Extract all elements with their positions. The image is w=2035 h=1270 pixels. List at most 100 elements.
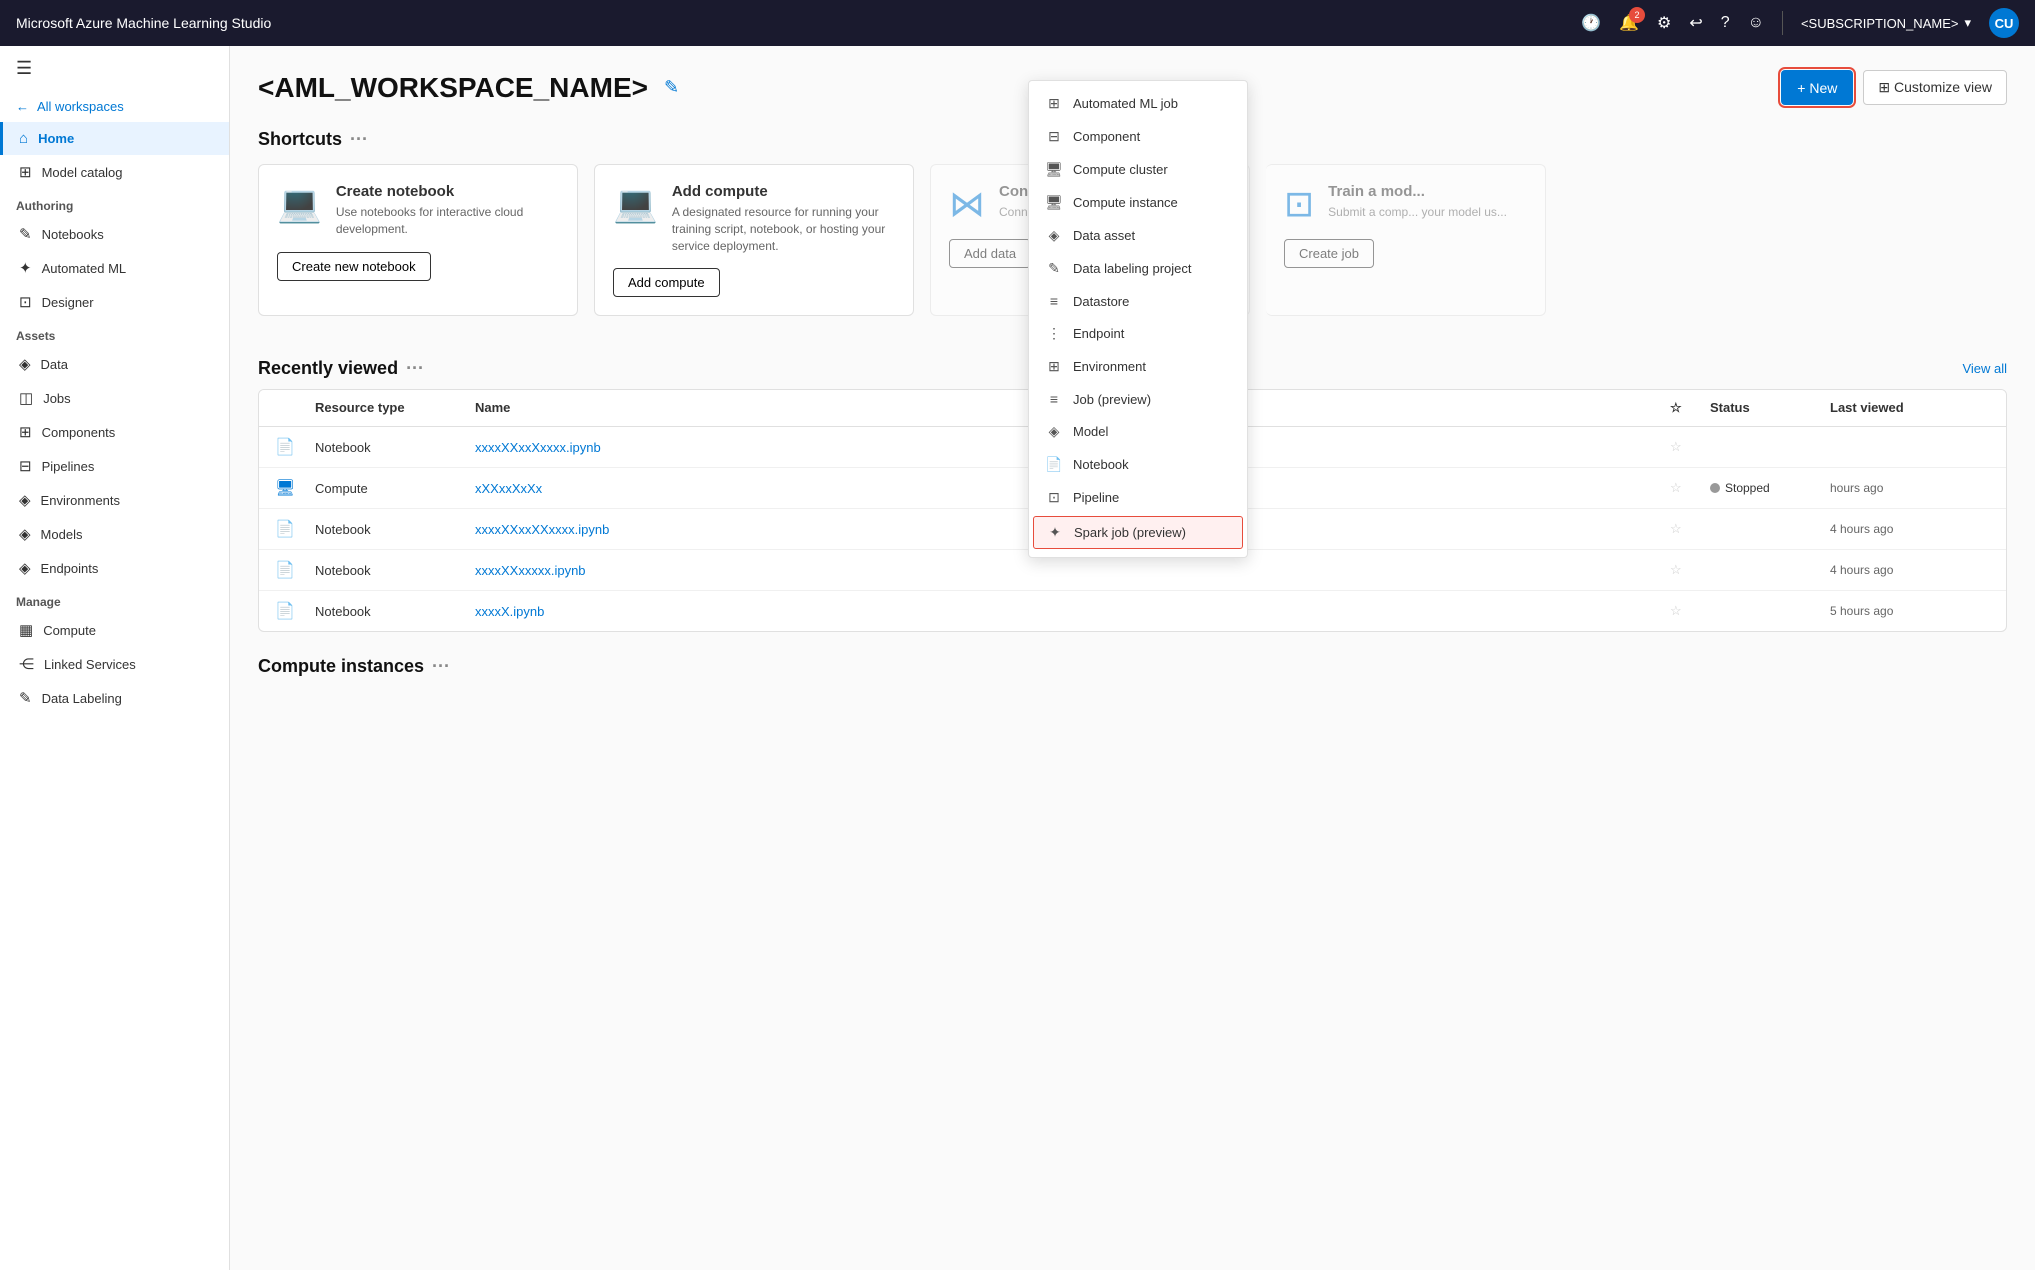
dropdown-item-component[interactable]: ⊟ Component	[1029, 120, 1247, 153]
chevron-down-icon: ▾	[1964, 15, 1971, 31]
compute-instances-label: Compute instances	[258, 656, 424, 677]
dropdown-item-spark-job-preview[interactable]: ✦ Spark job (preview)	[1033, 516, 1243, 549]
new-dropdown-menu: ⊞ Automated ML job ⊟ Component 🖥 Compute…	[1028, 80, 1248, 558]
pipelines-icon: ⊟	[19, 457, 32, 475]
dropdown-item-environment[interactable]: ⊞ Environment	[1029, 350, 1247, 383]
view-all-link[interactable]: View all	[1962, 361, 2007, 376]
sidebar-item-jobs[interactable]: ◫ Jobs	[0, 381, 229, 415]
hamburger-menu[interactable]: ☰	[0, 46, 229, 91]
star-icon[interactable]: ☆	[1670, 521, 1710, 537]
notebook-row-icon: 📄	[275, 601, 315, 621]
dropdown-item-label: Data labeling project	[1073, 261, 1192, 276]
header-actions: + New ⊞ Customize view	[1781, 70, 2007, 105]
resource-name-link[interactable]: xxxxX.ipynb	[475, 604, 1670, 619]
sidebar-item-notebooks[interactable]: ✎ Notebooks	[0, 217, 229, 251]
dropdown-item-data-asset[interactable]: ◈ Data asset	[1029, 219, 1247, 252]
sidebar-item-linked-services[interactable]: ⋲ Linked Services	[0, 647, 229, 681]
dropdown-item-label: Compute cluster	[1073, 162, 1168, 177]
back-label: All workspaces	[37, 99, 124, 114]
automated-ml-job-icon: ⊞	[1045, 95, 1063, 112]
col-star: ☆	[1670, 400, 1710, 416]
sidebar-item-environments[interactable]: ◈ Environments	[0, 483, 229, 517]
new-button[interactable]: + New	[1781, 70, 1853, 105]
dropdown-item-compute-instance[interactable]: 🖥 Compute instance	[1029, 186, 1247, 219]
dropdown-item-pipeline[interactable]: ⊡ Pipeline	[1029, 481, 1247, 514]
dropdown-item-label: Pipeline	[1073, 490, 1119, 505]
sidebar-item-model-catalog[interactable]: ⊞ Model catalog	[0, 155, 229, 189]
train-model-desc: Submit a comp... your model us...	[1328, 204, 1507, 221]
model-catalog-icon: ⊞	[19, 163, 32, 181]
settings-icon[interactable]: ⚙	[1657, 13, 1671, 33]
dropdown-item-model[interactable]: ◈ Model	[1029, 415, 1247, 448]
sidebar-item-home[interactable]: ⌂ Home	[0, 122, 229, 155]
workspace-edit-icon[interactable]: ✎	[664, 77, 679, 98]
workspace-title: <AML_WORKSPACE_NAME>	[258, 72, 648, 104]
star-icon[interactable]: ☆	[1670, 562, 1710, 578]
last-viewed-cell: 4 hours ago	[1830, 522, 1990, 536]
help-icon[interactable]: ?	[1721, 14, 1730, 32]
create-notebook-title: Create notebook	[336, 183, 559, 200]
assets-section-header: Assets	[0, 319, 229, 347]
notification-badge: 2	[1629, 7, 1645, 23]
dropdown-item-notebook[interactable]: 📄 Notebook	[1029, 448, 1247, 481]
star-icon[interactable]: ☆	[1670, 480, 1710, 496]
customize-view-button[interactable]: ⊞ Customize view	[1863, 70, 2007, 105]
sidebar-item-endpoints[interactable]: ◈ Endpoints	[0, 551, 229, 585]
last-viewed-cell: 4 hours ago	[1830, 563, 1990, 577]
endpoint-icon: ⋮	[1045, 325, 1063, 342]
models-icon: ◈	[19, 525, 31, 543]
dropdown-item-compute-cluster[interactable]: 🖥 Compute cluster	[1029, 153, 1247, 186]
star-icon[interactable]: ☆	[1670, 603, 1710, 619]
shortcuts-more-icon[interactable]: ···	[350, 129, 368, 150]
sidebar-item-models[interactable]: ◈ Models	[0, 517, 229, 551]
star-icon[interactable]: ☆	[1670, 439, 1710, 455]
last-viewed-cell: hours ago	[1830, 481, 1990, 495]
notifications-icon[interactable]: 🔔 2	[1619, 13, 1639, 33]
feedback-icon[interactable]: ↩	[1689, 13, 1702, 33]
data-labeling-project-icon: ✎	[1045, 260, 1063, 277]
sidebar-item-label: Notebooks	[42, 227, 104, 242]
subscription-selector[interactable]: <SUBSCRIPTION_NAME> ▾	[1801, 15, 1971, 31]
dropdown-item-job-preview[interactable]: ≡ Job (preview)	[1029, 383, 1247, 415]
recently-viewed-more-icon[interactable]: ···	[406, 358, 424, 379]
sidebar-item-label: Pipelines	[42, 459, 95, 474]
create-notebook-desc: Use notebooks for interactive cloud deve…	[336, 204, 559, 238]
dropdown-item-label: Automated ML job	[1073, 96, 1178, 111]
app-title: Microsoft Azure Machine Learning Studio	[16, 15, 1569, 31]
compute-instances-more-icon[interactable]: ···	[432, 656, 450, 677]
shortcut-train-model: ⊡ Train a mod... Submit a comp... your m…	[1266, 164, 1546, 316]
shortcut-add-compute: 💻 Add compute A designated resource for …	[594, 164, 914, 316]
table-row: 📄 Notebook xxxxX.ipynb ☆ 5 hours ago	[259, 591, 2006, 631]
add-compute-button[interactable]: Add compute	[613, 268, 720, 297]
shortcuts-label: Shortcuts	[258, 129, 342, 150]
sidebar-item-data[interactable]: ◈ Data	[0, 347, 229, 381]
sidebar-item-pipelines[interactable]: ⊟ Pipelines	[0, 449, 229, 483]
sidebar-item-components[interactable]: ⊞ Components	[0, 415, 229, 449]
add-data-button[interactable]: Add data	[949, 239, 1031, 268]
sidebar-item-label: Compute	[43, 623, 96, 638]
resource-name-link[interactable]: xxxxXXxxxxx.ipynb	[475, 563, 1670, 578]
create-notebook-icon: 💻	[277, 183, 322, 225]
sidebar-item-data-labeling[interactable]: ✎ Data Labeling	[0, 681, 229, 715]
create-job-button[interactable]: Create job	[1284, 239, 1374, 268]
dropdown-item-data-labeling-project[interactable]: ✎ Data labeling project	[1029, 252, 1247, 285]
sidebar-item-compute[interactable]: ▦ Compute	[0, 613, 229, 647]
dropdown-item-automated-ml-job[interactable]: ⊞ Automated ML job	[1029, 87, 1247, 120]
back-to-workspaces[interactable]: ← All workspaces	[0, 91, 229, 122]
sidebar-item-label: Environments	[41, 493, 120, 508]
job-preview-icon: ≡	[1045, 391, 1063, 407]
dropdown-item-label: Compute instance	[1073, 195, 1178, 210]
user-avatar[interactable]: CU	[1989, 8, 2019, 38]
sidebar-item-automated-ml[interactable]: ✦ Automated ML	[0, 251, 229, 285]
sidebar-item-label: Automated ML	[42, 261, 127, 276]
dropdown-item-label: Environment	[1073, 359, 1146, 374]
dropdown-item-label: Component	[1073, 129, 1140, 144]
smiley-icon[interactable]: ☺	[1748, 14, 1764, 32]
dropdown-item-endpoint[interactable]: ⋮ Endpoint	[1029, 317, 1247, 350]
create-notebook-button[interactable]: Create new notebook	[277, 252, 431, 281]
dropdown-item-datastore[interactable]: ≡ Datastore	[1029, 285, 1247, 317]
sidebar-item-label: Data Labeling	[42, 691, 122, 706]
sidebar-item-designer[interactable]: ⊡ Designer	[0, 285, 229, 319]
history-icon[interactable]: 🕐	[1581, 13, 1601, 33]
environments-icon: ◈	[19, 491, 31, 509]
